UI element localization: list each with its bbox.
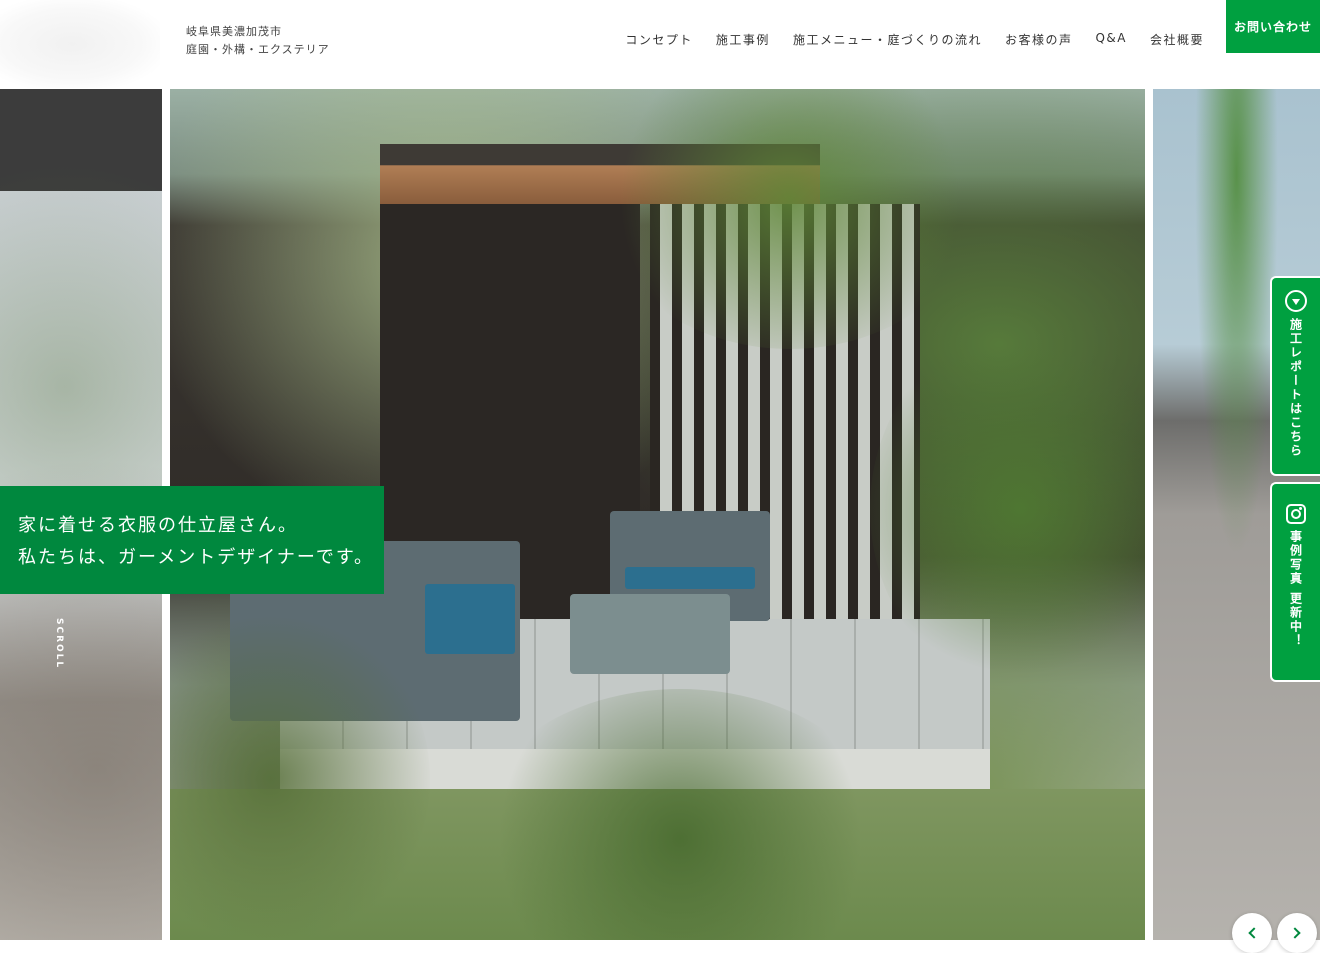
- site-logo[interactable]: [0, 0, 160, 88]
- tagline-services: 庭園・外構・エクステリア: [186, 43, 330, 56]
- contact-button[interactable]: お問い合わせ: [1226, 0, 1320, 53]
- chevron-left-icon: [1248, 927, 1260, 939]
- report-tab-label: 施工レポートはこちら: [1288, 318, 1303, 458]
- instagram-side-tab[interactable]: 事例写真 更新中！: [1270, 482, 1320, 682]
- caption-line-2: 私たちは、ガーメントデザイナーです。: [18, 547, 375, 568]
- nav-menu-flow[interactable]: 施工メニュー・庭づくりの流れ: [793, 31, 982, 48]
- slider-prev-button[interactable]: [1232, 913, 1272, 953]
- chair-cushion: [625, 567, 755, 589]
- site-header: 岐阜県美濃加茂市 庭園・外構・エクステリア コンセプト 施工事例 施工メニュー・…: [0, 0, 1320, 88]
- nav-works[interactable]: 施工事例: [716, 31, 770, 48]
- tagline-region: 岐阜県美濃加茂市: [186, 25, 282, 38]
- circle-down-icon: [1285, 290, 1307, 312]
- caption-line-1: 家に着せる衣服の仕立屋さん。: [18, 515, 298, 536]
- nav-qa[interactable]: Q&A: [1095, 31, 1127, 48]
- nav-concept[interactable]: コンセプト: [625, 31, 693, 48]
- instagram-tab-label: 事例写真 更新中！: [1288, 530, 1303, 649]
- instagram-icon: [1286, 504, 1306, 524]
- wicker-table: [570, 594, 730, 674]
- sofa-cushion: [425, 584, 515, 654]
- nav-voice[interactable]: お客様の声: [1005, 31, 1073, 48]
- hero-caption: 家に着せる衣服の仕立屋さん。 私たちは、ガーメントデザイナーです。: [0, 486, 384, 594]
- site-tagline: 岐阜県美濃加茂市 庭園・外構・エクステリア: [186, 23, 330, 59]
- report-side-tab[interactable]: 施工レポートはこちら: [1270, 276, 1320, 476]
- nav-company[interactable]: 会社概要: [1150, 31, 1204, 48]
- scroll-indicator[interactable]: SCROLL: [54, 618, 64, 669]
- global-nav: コンセプト 施工事例 施工メニュー・庭づくりの流れ お客様の声 Q&A 会社概要: [602, 31, 1204, 48]
- slider-next-button[interactable]: [1277, 913, 1317, 953]
- chevron-right-icon: [1289, 927, 1301, 939]
